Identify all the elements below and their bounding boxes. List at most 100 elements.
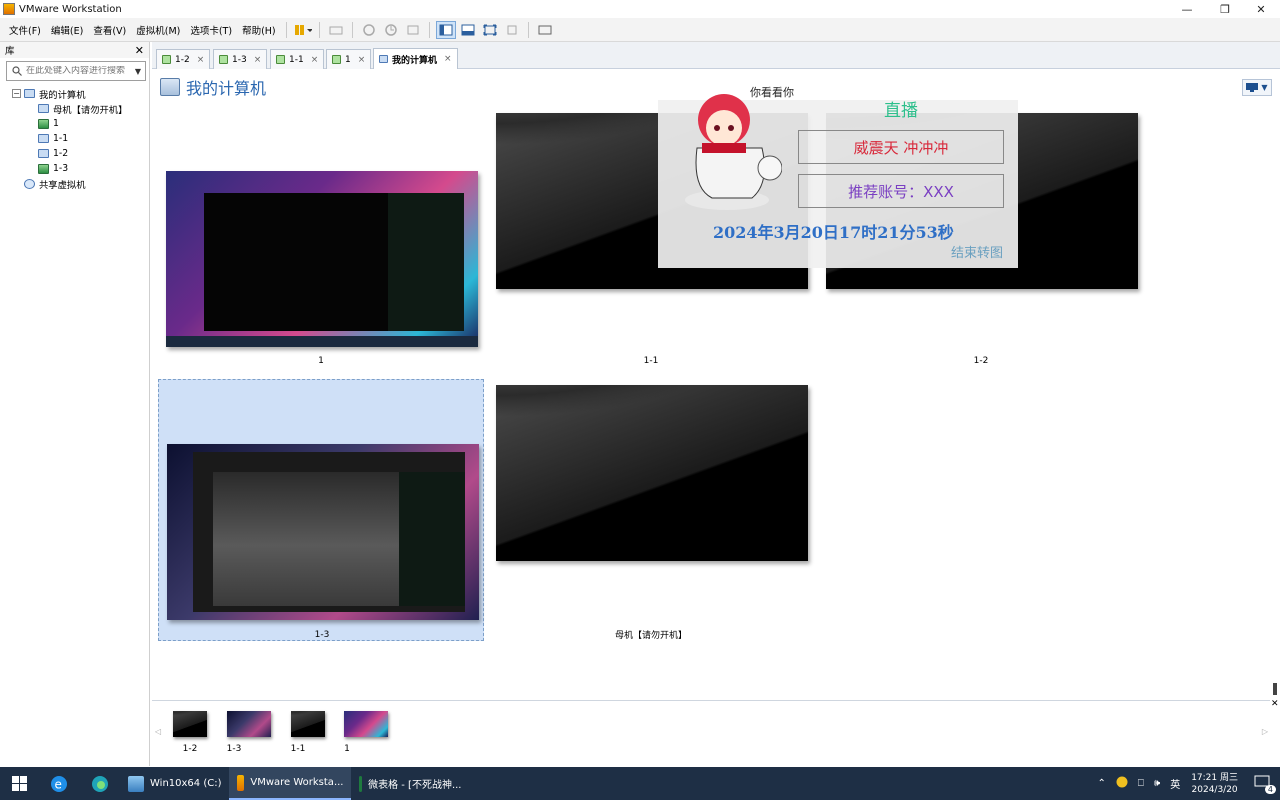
menu-view[interactable]: 查看(V) [88, 23, 131, 37]
taskbar-item-win10x64[interactable]: Win10x64 (C:) [120, 767, 229, 800]
unity-icon [507, 25, 517, 34]
taskbar-item-spreadsheet[interactable]: 微表格 - [不死战神... [351, 767, 469, 800]
minimize-button[interactable]: — [1168, 0, 1206, 18]
menu-file[interactable]: 文件(F) [4, 23, 46, 37]
ime-indicator[interactable]: 英 [1165, 776, 1185, 791]
close-tab-icon[interactable]: × [358, 55, 366, 65]
filmstrip-thumb[interactable] [173, 711, 207, 737]
tab-vm-1[interactable]: 1 × [326, 49, 372, 69]
system-tray: ⌃ ⎕ 🕪 英 17:21 周三 2024/3/20 4 [1092, 767, 1280, 800]
revert-snapshot-button[interactable] [381, 21, 401, 39]
tree-node-vm[interactable]: 1 [0, 116, 150, 131]
clock-date: 2024/3/20 [1191, 784, 1238, 795]
start-button[interactable] [0, 767, 38, 800]
power-dropdown-button[interactable] [293, 21, 313, 39]
taskbar-item-vmware[interactable]: VMware Worksta... [229, 767, 352, 800]
vm-card-label: 1-1 [643, 356, 659, 366]
vm-card-label: 1-3 [314, 630, 330, 640]
tree-node-shared-vms[interactable]: 共享虚拟机 [0, 176, 150, 191]
app-tray-icon[interactable] [1111, 776, 1133, 791]
vm-running-icon [38, 163, 49, 174]
network-icon[interactable]: ⎕ [1133, 778, 1149, 789]
vm-tab-icon [162, 55, 171, 64]
library-search-input[interactable] [26, 66, 126, 76]
clock[interactable]: 17:21 周三 2024/3/20 [1185, 772, 1244, 796]
vm-card-mother[interactable]: 母机【请勿开机】 [488, 379, 814, 641]
vertical-scrollbar[interactable]: ✕ [1270, 683, 1280, 723]
edge-taskbar-button[interactable] [80, 767, 120, 800]
internet-explorer-icon: e [51, 775, 67, 792]
vm-thumbnail[interactable] [167, 444, 479, 620]
tab-vm-1-1[interactable]: 1-1 × [270, 49, 325, 69]
send-ctrl-alt-del-button[interactable] [326, 21, 346, 39]
menu-tabs[interactable]: 选项卡(T) [185, 23, 237, 37]
vm-thumbnail[interactable] [496, 385, 808, 561]
menu-edit[interactable]: 编辑(E) [46, 23, 88, 37]
show-hidden-icons-chevron[interactable]: ⌃ [1092, 778, 1110, 789]
show-library-button[interactable] [435, 20, 456, 39]
view-options-button[interactable]: ▼ [1242, 79, 1272, 96]
close-tab-icon[interactable]: × [444, 54, 452, 64]
library-search-box[interactable]: ▼ [6, 61, 146, 81]
library-view-icon [439, 24, 453, 35]
snapshot-manager-icon [407, 25, 419, 34]
scrollbar-thumb[interactable] [1273, 683, 1277, 695]
thumbnail-bar-button[interactable] [458, 21, 478, 39]
toolbar-separator [318, 21, 320, 38]
collapse-toggle-icon[interactable]: − [12, 89, 21, 98]
console-view-button[interactable] [535, 21, 555, 39]
volume-icon[interactable]: 🕪 [1149, 778, 1165, 789]
close-tab-icon[interactable]: × [311, 55, 319, 65]
search-icon [12, 66, 22, 76]
menu-help[interactable]: 帮助(H) [237, 23, 281, 37]
tree-node-vm[interactable]: 1-2 [0, 146, 150, 161]
vm-suspended-icon [38, 134, 49, 143]
toolbar-separator [428, 21, 430, 38]
vm-thumbnail[interactable] [166, 171, 478, 347]
scroll-right-icon[interactable]: ▷ [1262, 727, 1268, 736]
vm-card-1[interactable]: 1 [158, 108, 484, 370]
notification-center-button[interactable]: 4 [1244, 775, 1280, 794]
tree-node-my-computer[interactable]: − 我的计算机 [0, 86, 150, 101]
vm-log-window [399, 472, 465, 606]
close-tab-icon[interactable]: × [197, 55, 205, 65]
shared-vms-icon [24, 178, 35, 189]
library-panel: 库 ✕ ▼ − 我的计算机 母机【请勿开机】 1 1-1 1-2 [0, 42, 150, 766]
clock-time: 17:21 周三 [1191, 772, 1238, 783]
unity-button[interactable] [502, 21, 522, 39]
vm-taskbar [166, 336, 478, 347]
fullscreen-button[interactable] [480, 21, 500, 39]
close-thumbnail-bar-icon[interactable]: ✕ [1271, 699, 1279, 709]
keyboard-icon [329, 26, 343, 34]
filmstrip-label: 1-3 [226, 744, 242, 754]
title-bar: VMware Workstation — ❐ ✕ [0, 0, 1280, 18]
close-library-icon[interactable]: ✕ [135, 44, 144, 57]
tree-node-vm[interactable]: 母机【请勿开机】 [0, 101, 150, 116]
filmstrip-thumb[interactable] [344, 711, 388, 737]
snapshot-button[interactable] [359, 21, 379, 39]
ie-taskbar-button[interactable]: e [38, 767, 80, 800]
scroll-left-icon[interactable]: ◁ [155, 727, 161, 736]
snapshot-manager-button[interactable] [403, 21, 423, 39]
search-dropdown-icon[interactable]: ▼ [135, 67, 141, 76]
vm-card-label: 1-2 [973, 356, 989, 366]
menu-vm[interactable]: 虚拟机(M) [131, 23, 185, 37]
tab-my-computer[interactable]: 我的计算机 × [373, 48, 458, 69]
filmstrip-label: 1-2 [182, 744, 198, 754]
filmstrip-thumb[interactable] [291, 711, 325, 737]
tab-vm-1-3[interactable]: 1-3 × [213, 49, 268, 69]
filmstrip-thumb[interactable] [227, 711, 271, 737]
restore-button[interactable]: ❐ [1206, 0, 1244, 18]
windows-taskbar: e Win10x64 (C:) VMware Worksta... 微表格 - … [0, 767, 1280, 800]
close-window-button[interactable]: ✕ [1242, 0, 1280, 18]
tree-node-vm[interactable]: 1-3 [0, 161, 150, 176]
tab-vm-1-2[interactable]: 1-2 × [156, 49, 211, 69]
pause-icon [294, 24, 312, 35]
toolbar-separator [285, 21, 287, 38]
vm-card-1-3[interactable]: 1-3 [158, 379, 484, 641]
computer-tab-icon [379, 55, 388, 63]
close-tab-icon[interactable]: × [254, 55, 262, 65]
tree-node-vm[interactable]: 1-1 [0, 131, 150, 146]
thumbnail-bar: ◁ 1-2 1-3 1-1 1 ▷ [152, 700, 1270, 764]
excel-icon [359, 775, 363, 792]
